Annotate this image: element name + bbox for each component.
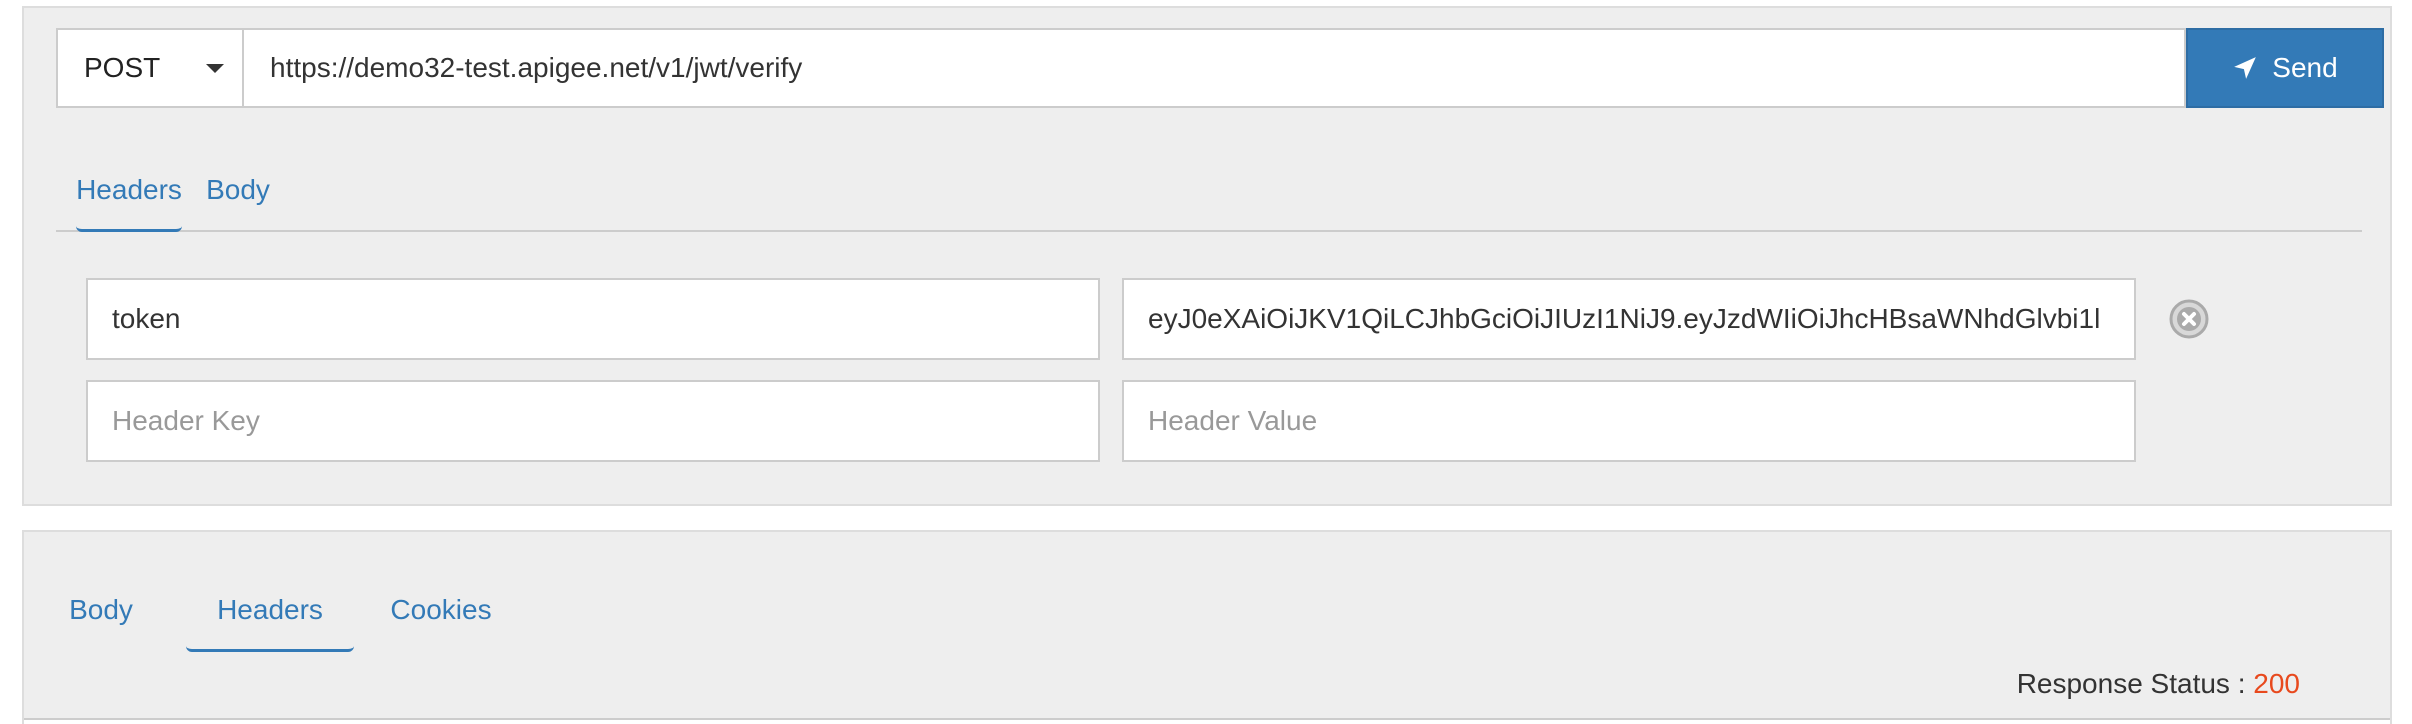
new-header-key-input[interactable] <box>86 380 1100 462</box>
response-status: Response Status : 200 <box>2017 664 2300 704</box>
remove-header-icon[interactable] <box>2168 298 2210 340</box>
tab-headers-label: Headers <box>76 174 182 205</box>
response-tab-cookies[interactable]: Cookies <box>386 572 496 652</box>
request-panel: POST Send Headers Body <box>22 6 2392 506</box>
response-status-label: Response Status : <box>2016 668 2246 699</box>
tab-body[interactable]: Body <box>192 150 284 232</box>
response-tab-headers[interactable]: Headers <box>186 572 354 652</box>
response-content-area <box>24 718 2390 724</box>
url-input[interactable] <box>242 28 2186 108</box>
header-row <box>86 278 2216 360</box>
response-tab-headers-label: Headers <box>217 594 323 625</box>
method-select[interactable]: POST <box>56 28 242 108</box>
send-label: Send <box>2272 52 2338 83</box>
response-panel: Body Headers Cookies Response Status : 2… <box>22 530 2392 724</box>
send-button[interactable]: Send <box>2186 28 2384 108</box>
new-header-row <box>86 380 2216 462</box>
response-status-code: 200 <box>2253 668 2300 699</box>
request-tabs: Headers Body <box>56 150 2362 232</box>
chevron-down-icon <box>206 64 224 73</box>
response-tab-body-label: Body <box>69 594 133 625</box>
header-key-input[interactable] <box>86 278 1100 360</box>
tab-headers[interactable]: Headers <box>76 150 182 232</box>
tab-body-label: Body <box>206 174 270 205</box>
header-value-input[interactable] <box>1122 278 2136 360</box>
new-header-value-input[interactable] <box>1122 380 2136 462</box>
method-value: POST <box>84 52 161 83</box>
paper-plane-icon <box>2234 57 2257 79</box>
response-tab-cookies-label: Cookies <box>390 594 492 625</box>
response-tab-body[interactable]: Body <box>64 572 138 652</box>
